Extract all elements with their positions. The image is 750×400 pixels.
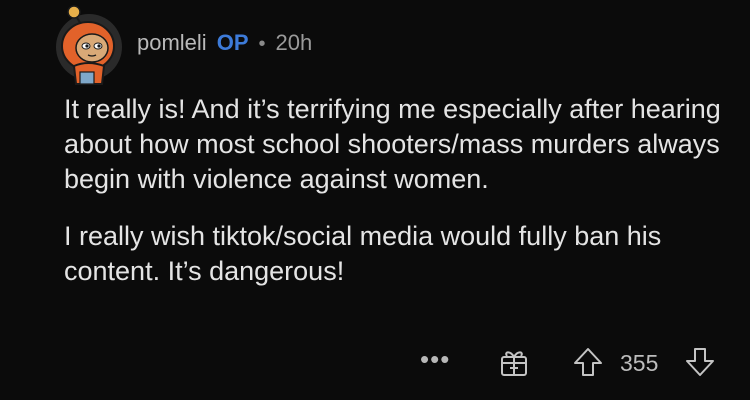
downvote-arrow-icon — [686, 348, 714, 376]
upvote-button[interactable] — [572, 346, 604, 378]
vote-score: 355 — [620, 350, 659, 376]
downvote-button[interactable] — [684, 346, 716, 378]
meta-separator: • — [258, 33, 266, 55]
comment-meta: pomleli OP • 20h — [137, 30, 312, 56]
upvote-arrow-icon — [574, 348, 602, 376]
comment: pomleli OP • 20h It really is! And it’s … — [0, 0, 750, 400]
comment-paragraph: It really is! And it’s terrifying me esp… — [64, 94, 721, 194]
award-button[interactable] — [498, 346, 530, 378]
author-username[interactable]: pomleli — [137, 30, 207, 56]
comment-actions: ••• 355 — [410, 344, 740, 384]
comment-age: 20h — [275, 30, 313, 55]
comment-body: It really is! And it’s terrifying me esp… — [64, 92, 724, 289]
more-options-button[interactable]: ••• — [420, 344, 450, 374]
gift-award-icon — [501, 351, 527, 376]
snoo-avatar-icon — [61, 5, 115, 85]
op-badge: OP — [216, 30, 249, 55]
user-avatar[interactable] — [56, 5, 122, 85]
comment-paragraph: I really wish tiktok/social media would … — [64, 221, 662, 286]
